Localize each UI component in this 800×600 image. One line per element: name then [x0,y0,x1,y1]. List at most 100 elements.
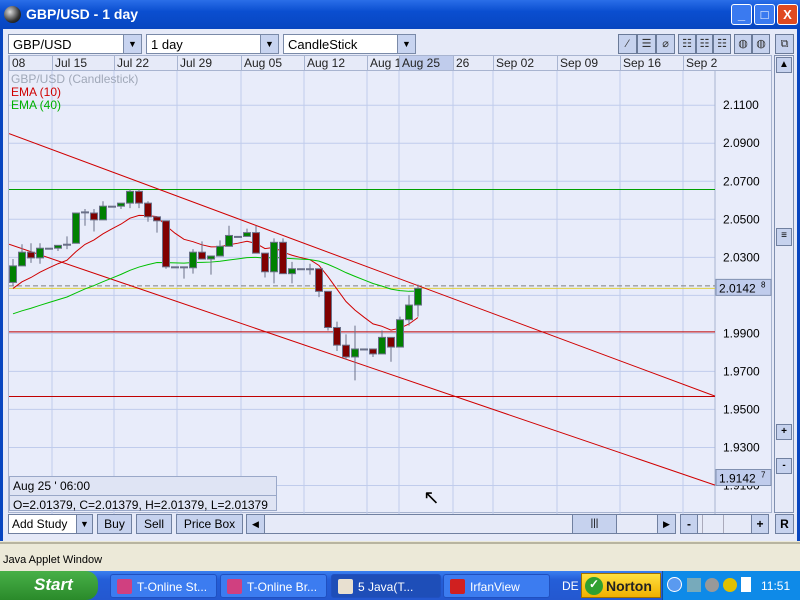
language-indicator[interactable]: DE [562,579,579,593]
candle-up [36,247,44,259]
candle-up [171,266,179,269]
document-icon[interactable] [741,577,751,592]
zoom-in-button[interactable]: + [751,515,768,533]
candle-up [297,268,305,271]
chevron-down-icon: ▼ [260,35,278,53]
security-icon[interactable] [723,578,737,592]
price-tick-label: 2.1100 [723,98,759,112]
price-tick-label: 2.0500 [723,212,760,226]
legend-ema10: EMA (10) [11,85,62,99]
add-study-label: Add Study [12,517,68,531]
symbol-value: GBP/USD [13,37,72,52]
grid-tool-icon[interactable]: ☷ [713,34,731,54]
price-tick-label: 1.9900 [723,326,760,340]
candle-down [387,336,395,348]
price-tick-label: 2.0300 [723,250,760,264]
candle-down [333,326,341,346]
date-label: Jul 15 [52,56,87,70]
zoom-out-price-button[interactable]: - [776,458,792,474]
candle-up [54,244,62,249]
date-label: 26 [453,56,469,70]
taskbar: Start T-Online St... T-Online Br... 5 Ja… [0,571,800,600]
add-study-select[interactable]: Add Study ▼ [8,514,93,534]
price-tick-label: 2.0900 [723,136,760,150]
price-tick-label: 1.9500 [723,402,760,416]
candle-up [405,304,413,321]
taskbar-item[interactable]: T-Online Br... [220,574,327,598]
scroll-thumb[interactable]: ≡ [776,228,792,246]
chevron-down-icon: ▼ [123,35,141,53]
close-button[interactable]: X [777,4,798,25]
detach-window-icon[interactable]: ⧉ [775,34,794,54]
candle-up [99,205,107,221]
chart-type-select[interactable]: CandleStick ▼ [283,34,416,54]
legend-main: GBP/USD (Candlestick) [11,72,139,86]
scroll-up-icon[interactable]: ▲ [776,57,792,73]
scroll-thumb[interactable]: ||| [572,515,617,533]
candle-up [306,268,314,271]
start-button[interactable]: Start [0,571,98,600]
info-date: Aug 25 ' 06:00 [10,477,276,496]
maximize-button[interactable]: □ [754,4,775,25]
scroll-left-icon[interactable]: ◀ [247,515,265,533]
date-axis: 08 Jul 15 Jul 22 Jul 29 Aug 05 Aug 12 Aug 1 Aug… [8,55,772,71]
chevron-left-icon[interactable] [667,577,682,592]
price-marker-sup: 8 [761,280,766,289]
check-icon: ✓ [585,577,603,595]
taskbar-item[interactable]: IrfanView [443,574,550,598]
period-value: 1 day [151,37,183,52]
horizontal-scrollbar[interactable]: ◀ ||| ▶ [246,514,676,534]
system-tray: 11:51 [662,571,800,600]
buy-button[interactable]: Buy [97,514,132,534]
taskbar-item[interactable]: T-Online St... [110,574,217,598]
candle-up [288,268,296,275]
candle-up [189,251,197,269]
task-label: 5 Java(T... [358,580,414,594]
candle-down [135,190,143,204]
candle-up [378,336,386,355]
price-box-button[interactable]: Price Box [176,514,243,534]
date-label: Sep 02 [493,56,534,70]
zoom-out-button[interactable]: - [681,515,698,533]
delete-tool-icon[interactable]: ⌀ [656,34,675,54]
zoom-in-price-button[interactable]: + [776,424,792,440]
pattern-tool-icon[interactable]: ◍ [752,34,770,54]
minimize-button[interactable]: _ [731,4,752,25]
symbol-select[interactable]: GBP/USD ▼ [8,34,142,54]
scroll-right-icon[interactable]: ▶ [657,515,675,533]
taskbar-item-active[interactable]: 5 Java(T... [331,574,441,598]
date-label: Aug 1 [367,56,401,70]
period-select[interactable]: 1 day ▼ [146,34,279,54]
candle-up [63,243,71,246]
date-label: Aug 05 [241,56,282,70]
color-tool-icon[interactable]: ◍ [734,34,752,54]
reset-button[interactable]: R [775,514,794,534]
candle-up [81,211,89,214]
norton-button[interactable]: ✓ Norton [581,573,661,598]
vertical-scrollbar[interactable]: ▲ ≡ + - [774,55,794,513]
candle-up [216,245,224,257]
candle-up [180,266,188,269]
price-tick-label: 1.9300 [723,440,760,454]
price-tick-label: 1.9700 [723,364,760,378]
grid-tool-icon[interactable]: ☷ [696,34,713,54]
candle-down [144,202,152,218]
trendline-tool-icon[interactable]: ⁄ [618,34,637,54]
title-bar: GBP/USD - 1 day _ □ X [0,0,800,29]
zoom-thumb[interactable] [702,515,724,533]
speaker-icon[interactable] [705,578,719,592]
hline-tool-icon[interactable]: ☰ [637,34,656,54]
grid-tool-icon[interactable]: ☷ [678,34,696,54]
sell-button[interactable]: Sell [136,514,172,534]
price-tick-label: 2.0700 [723,174,760,188]
zoom-slider[interactable]: - + [680,514,769,534]
candle-up [225,234,233,247]
chart-area[interactable]: 2.1100 2.0900 2.0700 2.0500 2.0300 1.9900 1.97… [8,70,772,514]
candle-down [162,220,170,268]
network-icon[interactable] [687,578,701,592]
chevron-down-icon: ▼ [76,515,92,533]
crosshair-info-box: Aug 25 ' 06:00 O=2.01379, C=2.01379, H=2… [9,476,277,512]
candle-up [234,235,242,238]
norton-label: Norton [606,578,652,594]
date-label: Aug 25 [399,56,453,70]
